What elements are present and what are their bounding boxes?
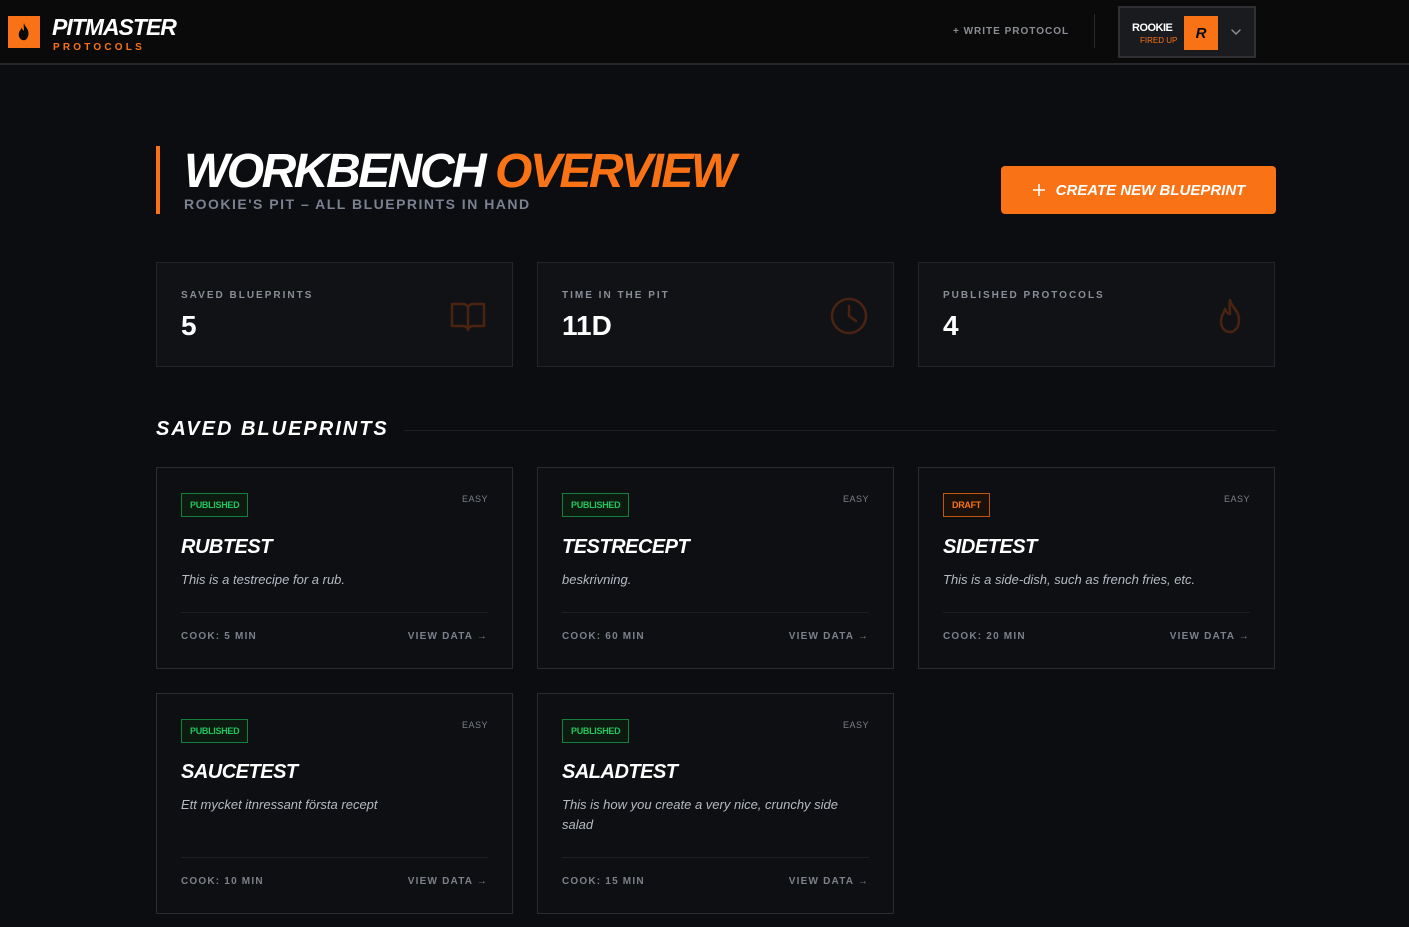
page-title-part2: OVERVIEW [494, 145, 736, 198]
stat-published-protocols: PUBLISHED PROTOCOLS 4 [918, 262, 1275, 367]
stat-label: SAVED BLUEPRINTS [181, 290, 314, 301]
plus-icon [1032, 184, 1045, 196]
cook-time: COOK: 10 MIN [181, 876, 264, 887]
blueprint-card[interactable]: DRAFT EASY SIDETEST This is a side-dish,… [918, 467, 1275, 669]
status-badge: PUBLISHED [562, 493, 630, 517]
difficulty-label: EASY [461, 494, 488, 504]
card-divider [181, 857, 488, 858]
stat-label: PUBLISHED PROTOCOLS [943, 290, 1105, 301]
difficulty-label: EASY [842, 720, 869, 730]
cook-time: COOK: 15 MIN [562, 876, 645, 887]
user-menu[interactable]: ROOKIE FIRED UP R [1118, 6, 1256, 58]
create-blueprint-label: CREATE NEW BLUEPRINT [1055, 181, 1246, 199]
book-icon [450, 302, 486, 332]
difficulty-label: EASY [461, 720, 488, 730]
blueprint-title: TESTRECEPT [562, 536, 690, 558]
page-title-part1: WORKBENCH [184, 145, 487, 198]
chevron-down-icon[interactable] [1228, 24, 1244, 40]
status-badge: PUBLISHED [181, 719, 249, 743]
difficulty-label: EASY [842, 494, 869, 504]
stat-value: 11D [562, 310, 612, 341]
card-divider [562, 612, 869, 613]
blueprint-card[interactable]: PUBLISHED EASY RUBTEST This is a testrec… [156, 467, 513, 669]
blueprint-description: Ett mycket itnressant första recept [181, 797, 378, 812]
card-divider [943, 612, 1250, 613]
blueprint-description: This is a testrecipe for a rub. [181, 572, 346, 587]
stat-time-in-pit: TIME IN THE PIT 11D [537, 262, 894, 367]
blueprint-title: SALADTEST [562, 761, 678, 783]
cook-time: COOK: 60 MIN [562, 631, 645, 642]
status-badge: PUBLISHED [181, 493, 249, 517]
cook-time: COOK: 5 MIN [181, 631, 257, 642]
stat-value: 4 [943, 310, 959, 341]
blueprint-card[interactable]: PUBLISHED EASY SAUCETEST Ett mycket itnr… [156, 693, 513, 914]
user-name: ROOKIE [1132, 22, 1173, 34]
status-badge: DRAFT [943, 493, 990, 517]
flame-logo-icon[interactable] [8, 16, 40, 48]
page-subtitle: ROOKIE'S PIT – ALL BLUEPRINTS IN HAND [184, 196, 531, 212]
blueprint-title: SAUCETEST [181, 761, 298, 783]
card-divider [562, 857, 869, 858]
section-title: SAVED BLUEPRINTS [156, 418, 389, 440]
avatar: R [1184, 16, 1218, 50]
cook-time: COOK: 20 MIN [943, 631, 1026, 642]
user-status: FIRED UP [1140, 36, 1178, 45]
difficulty-label: EASY [1223, 494, 1250, 504]
flame-icon [1219, 298, 1241, 334]
section-divider [404, 430, 1276, 431]
view-data-link[interactable]: VIEW DATA → [408, 876, 488, 887]
topbar-divider [1094, 14, 1095, 48]
clock-icon [830, 297, 868, 335]
brand-subtitle: PROTOCOLS [53, 42, 145, 53]
blueprint-title: RUBTEST [181, 536, 272, 558]
blueprint-description: This is a side-dish, such as french frie… [943, 572, 1196, 587]
create-blueprint-button[interactable]: CREATE NEW BLUEPRINT [1001, 166, 1276, 214]
blueprint-description: This is how you create a very nice, crun… [562, 797, 839, 832]
status-badge: PUBLISHED [562, 719, 630, 743]
card-divider [181, 612, 488, 613]
view-data-link[interactable]: VIEW DATA → [789, 876, 869, 887]
top-bar: PITMASTER PROTOCOLS + WRITE PROTOCOL ROO… [0, 0, 1409, 65]
brand-title[interactable]: PITMASTER [52, 14, 177, 41]
blueprint-description: beskrivning. [562, 572, 632, 587]
blueprint-card[interactable]: PUBLISHED EASY SALADTEST This is how you… [537, 693, 894, 914]
title-accent-bar [156, 146, 160, 214]
view-data-link[interactable]: VIEW DATA → [1170, 631, 1250, 642]
view-data-link[interactable]: VIEW DATA → [408, 631, 488, 642]
stat-saved-blueprints: SAVED BLUEPRINTS 5 [156, 262, 513, 367]
stat-value: 5 [181, 310, 197, 341]
blueprint-card[interactable]: PUBLISHED EASY TESTRECEPT beskrivning. C… [537, 467, 894, 669]
view-data-link[interactable]: VIEW DATA → [789, 631, 869, 642]
write-protocol-link[interactable]: + WRITE PROTOCOL [953, 26, 1069, 37]
page-title: WORKBENCH OVERVIEW [184, 145, 736, 198]
blueprint-title: SIDETEST [943, 536, 1037, 558]
stat-label: TIME IN THE PIT [562, 290, 670, 301]
